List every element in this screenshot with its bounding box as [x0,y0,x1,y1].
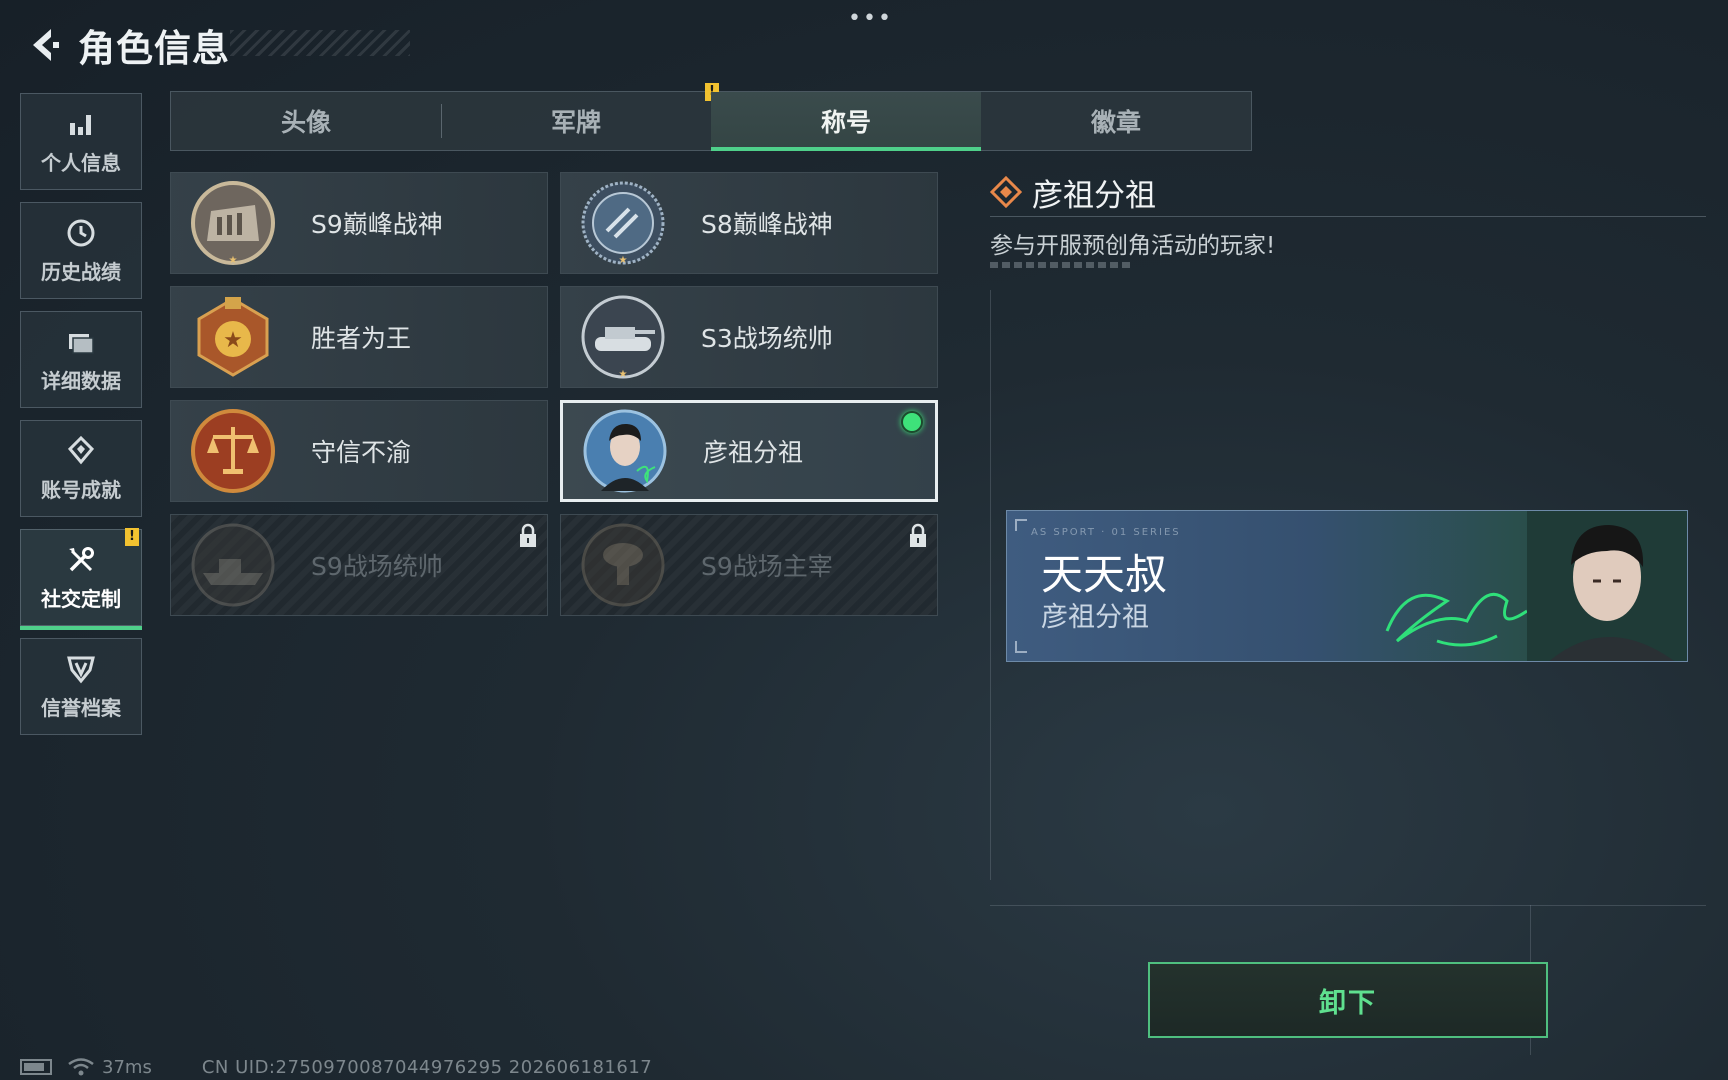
sidebar-item-personal-info[interactable]: 个人信息 [20,93,142,190]
title-card[interactable]: ★ S3战场统帅 [560,286,938,388]
title-card-locked[interactable]: S9战场主宰 [560,514,938,616]
mushroom-cloud-emblem-icon [581,523,665,607]
svg-text:★: ★ [223,328,243,353]
scales-emblem-icon [191,409,275,493]
achievement-icon [67,435,95,465]
lock-icon [520,523,536,547]
bracket-corner [1015,641,1027,653]
bar-chart-icon [70,115,91,135]
title-card-label: S3战场统帅 [701,324,833,353]
title-card-label: 守信不渝 [311,438,412,467]
sidebar-item-credit[interactable]: 信誉档案 [20,638,142,735]
tools-icon [69,547,94,572]
tab-bar: 头像 军牌 ! 称号 徽章 [170,83,1252,151]
credit-shield-icon [67,656,95,684]
sidebar-item-achievements[interactable]: 账号成就 [20,420,142,517]
title-card[interactable]: 守信不渝 [170,400,548,502]
equipped-indicator [901,411,923,433]
detail-divider [990,216,1706,217]
ping-label: 37ms [102,1056,152,1078]
title-card[interactable]: ★ S8巅峰战神 [560,172,938,274]
svg-text:★: ★ [619,255,628,266]
sidebar-item-history[interactable]: 历史战绩 [20,202,142,299]
gold-medal-emblem-icon: ★ [197,297,269,377]
unequip-button-label: 卸下 [1319,987,1377,1019]
diamond-title-icon [990,176,1022,208]
fortress-emblem-icon: ★ [191,181,275,266]
page-header: 角色信息 [22,20,230,70]
back-button[interactable] [22,22,68,68]
blue-laurel-emblem-icon: ★ [581,181,665,266]
title-card-label: 彦祖分祖 [703,438,804,467]
sidebar-item-detailed-data[interactable]: 详细数据 [20,311,142,408]
banner-tiny-text: AS SPORT · 01 SERIES [1031,527,1181,538]
title-card[interactable]: ★ S9巅峰战神 [170,172,548,274]
portrait-emblem-icon [583,409,667,493]
sidebar-item-label: 信誉档案 [41,696,121,720]
preview-player-name: 天天叔 [1041,550,1168,599]
title-card-label: S8巅峰战神 [701,210,833,239]
title-card-label: S9战场统帅 [311,552,443,581]
unequip-button[interactable]: 卸下 [1148,962,1548,1038]
tab-label: 军牌 [550,108,601,137]
title-card-label: S9战场主宰 [701,552,833,581]
folder-icon [69,334,94,354]
tank-emblem-icon: ★ [581,295,665,380]
back-arrow-icon [33,29,59,61]
svg-text:★: ★ [619,369,628,380]
wifi-icon [68,1058,94,1076]
svg-text:★: ★ [229,255,238,266]
page-title: 角色信息 [78,27,230,70]
title-card-label: 胜者为王 [311,324,412,353]
sidebar-item-label: 个人信息 [41,151,121,175]
title-decoration [230,30,410,56]
tab-title[interactable]: 称号 [711,92,981,151]
sidebar-item-label: 详细数据 [41,369,121,393]
status-bar: 37ms CN UID:2750970087044976295 20260618… [20,1056,652,1078]
title-grid: ★ S9巅峰战神 ★ S8巅峰战神 ★ 胜者为王 ★ S3战场统帅 守信不渝 彦… [170,172,940,616]
title-card[interactable]: ★ 胜者为王 [170,286,548,388]
title-card-locked[interactable]: S9战场统帅 [170,514,548,616]
decorative-dots [990,262,1130,268]
lock-icon [910,523,926,547]
tab-label: 称号 [820,108,871,137]
tab-badge[interactable]: 徽章 [981,92,1251,150]
title-card-label: S9巅峰战神 [311,210,443,239]
sidebar-item-label: 社交定制 [41,587,121,611]
sidebar-item-label: 账号成就 [41,478,121,502]
portrait-image [1527,511,1687,661]
alert-badge: ! [125,528,139,546]
detail-header: 彦祖分祖 [990,172,1706,214]
tab-label: 头像 [280,108,331,137]
detail-title: 彦祖分祖 [1032,177,1156,214]
frame-divider [990,290,991,880]
tab-dogtag[interactable]: 军牌 ! [441,83,719,150]
sidebar: 个人信息 历史战绩 详细数据 账号成就 社交定制 ! 信誉档案 [20,93,144,747]
title-preview-banner: AS SPORT · 01 SERIES 天天叔 彦祖分祖 [1006,510,1688,662]
history-icon [67,219,95,247]
more-menu-icon[interactable]: ••• [848,6,893,31]
tab-avatar[interactable]: 头像 [171,92,441,150]
warship-emblem-icon [191,523,275,607]
bracket-corner [1015,519,1027,531]
preview-title: 彦祖分祖 [1041,602,1149,633]
sidebar-item-label: 历史战绩 [41,260,121,284]
detail-description: 参与开服预创角活动的玩家! [990,233,1276,259]
battery-icon [20,1059,52,1075]
tab-label: 徽章 [1090,108,1141,137]
signature-icon [1385,592,1528,647]
uid-label: CN UID:2750970087044976295 202606181617 [201,1056,653,1078]
frame-divider [990,905,1706,906]
title-card-selected[interactable]: 彦祖分祖 [560,400,938,502]
sidebar-item-social-custom[interactable]: 社交定制 ! [20,528,142,630]
